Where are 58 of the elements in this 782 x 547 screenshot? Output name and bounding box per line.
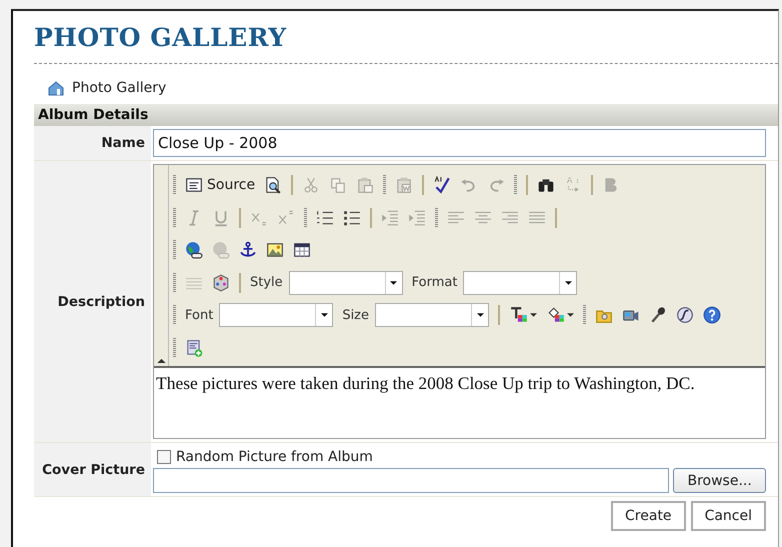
dropdown-field[interactable] [463, 270, 578, 295]
toolbar-grip[interactable] [173, 208, 176, 228]
checkbox[interactable] [157, 450, 171, 464]
globe-link-icon[interactable] [185, 241, 203, 260]
caret-icon[interactable] [530, 313, 537, 318]
toolbar-grip[interactable] [383, 175, 386, 196]
dropdown-field[interactable] [219, 303, 334, 328]
description-text[interactable]: These pictures were taken during the 2008 Close Up trip to Washington, DC. [154, 366, 765, 438]
section-header: Album Details [34, 104, 778, 126]
source-icon [185, 176, 203, 194]
text-color-icon[interactable] [509, 306, 529, 324]
toolbar-grip[interactable] [173, 240, 176, 260]
toolbar-grip[interactable] [173, 305, 176, 326]
name-field[interactable]: Close Up - 2008 [153, 129, 766, 157]
preview-icon[interactable] [264, 176, 282, 194]
bullet-list-icon[interactable] [343, 208, 361, 227]
dropdown-label: Font [185, 308, 214, 323]
field-label: Cover Picture [34, 443, 151, 496]
dropdown-field[interactable] [375, 303, 489, 328]
action-button[interactable]: Cancel [690, 501, 766, 531]
toolbar-grip[interactable] [304, 208, 307, 228]
collapse-icon[interactable] [156, 358, 166, 363]
caret-icon [390, 280, 398, 285]
field-label: Description [34, 161, 151, 442]
toolbar-grip[interactable] [583, 305, 586, 326]
toolbar-grip[interactable] [173, 338, 176, 358]
microphone-icon[interactable] [649, 306, 667, 324]
field-label: Name [34, 126, 151, 160]
page-title: PHOTO GALLERY [34, 22, 287, 52]
browse-button[interactable]: Browse... [673, 468, 766, 493]
caret-icon[interactable] [567, 313, 574, 318]
dropdown-label: Size [342, 308, 369, 323]
toolbar-grip[interactable] [173, 272, 176, 293]
caret-icon [320, 313, 328, 318]
breadcrumb-link[interactable]: Photo Gallery [72, 80, 166, 96]
dropdown-field[interactable] [288, 270, 403, 295]
numbered-list-icon[interactable] [316, 208, 334, 227]
image-icon[interactable] [266, 241, 284, 260]
fill-color-icon[interactable] [546, 306, 566, 324]
toolbar-grip[interactable] [435, 208, 438, 228]
checkbox-label: Random Picture from Album [176, 449, 373, 465]
cube-icon[interactable] [212, 274, 230, 292]
dropdown-label: Format [412, 275, 458, 290]
help-icon[interactable] [703, 306, 721, 324]
toolbar-grip[interactable] [173, 175, 176, 196]
caret-icon [564, 280, 572, 285]
house-icon [48, 80, 64, 96]
toolbar-grip[interactable] [514, 175, 518, 196]
table-icon[interactable] [293, 241, 311, 260]
spellcheck-icon[interactable] [433, 176, 452, 194]
caret-icon [476, 313, 484, 318]
file-path-field[interactable] [153, 468, 670, 493]
source-button[interactable]: Source [185, 176, 256, 194]
action-button[interactable]: Create [611, 501, 686, 531]
dropdown-label: Style [250, 275, 283, 290]
anchor-icon[interactable] [239, 241, 257, 260]
form-add-icon[interactable] [185, 338, 203, 357]
flash-icon[interactable] [676, 306, 694, 324]
